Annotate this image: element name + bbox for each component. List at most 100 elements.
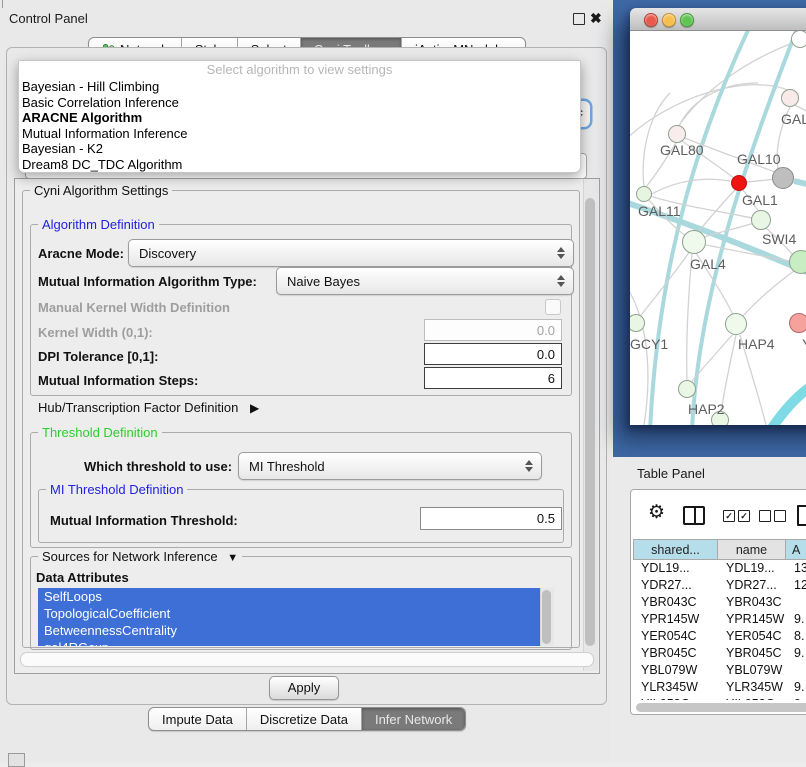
kernel-width-field[interactable] [424, 319, 562, 341]
network-node[interactable] [751, 210, 771, 230]
dpi-tolerance-field[interactable] [424, 343, 562, 365]
cell: YBR045C [718, 645, 786, 662]
table-row[interactable]: YBR045CYBR045C9. [633, 645, 806, 662]
network-node[interactable] [678, 380, 696, 398]
dpi-tolerance-label: DPI Tolerance [0,1]: [38, 349, 158, 364]
aracne-mode-label: Aracne Mode: [38, 246, 124, 261]
aracne-mode-combobox[interactable]: Discovery [128, 239, 574, 267]
algorithm-option[interactable]: Dream8 DC_TDC Algorithm [19, 157, 580, 173]
mi-algorithm-type-combobox[interactable]: Naive Bayes [276, 267, 574, 295]
tab-discretize-data[interactable]: Discretize Data [247, 708, 362, 730]
data-attributes-list: SelfLoops TopologicalCoefficient Between… [38, 588, 553, 646]
dropdown-placeholder: Select algorithm to view settings [19, 61, 580, 79]
cell: YER054C [718, 628, 786, 645]
network-node[interactable] [791, 31, 806, 48]
sources-group-title[interactable]: Sources for Network Inference ▼ [38, 549, 242, 564]
cell: 9 [786, 696, 806, 700]
group-title: MI Threshold Definition [46, 482, 187, 497]
group-title: Cyni Algorithm Settings [30, 183, 172, 198]
tab-label: Impute Data [162, 712, 233, 727]
apply-button[interactable]: Apply [269, 676, 339, 700]
cell: YLR345W [718, 679, 786, 696]
chevron-updown-icon [557, 275, 565, 287]
network-canvas[interactable]: GAL GAL80 GAL10 GAL1 GAL11 SWI4 GAL4 GCY… [630, 31, 806, 425]
table-row[interactable]: YDL19...YDL19...13 [633, 560, 806, 577]
mini-panel-button[interactable] [8, 753, 25, 767]
tab-label: Infer Network [375, 712, 452, 727]
cell: 9. [786, 611, 806, 628]
table-panel: Table Panel ⚙ ✓✓ shared... name A YDL19.… [613, 457, 806, 762]
triangle-right-icon: ▶ [250, 401, 259, 415]
table-row[interactable]: YPR145WYPR145W9. [633, 611, 806, 628]
attribute-item-selected[interactable]: SelfLoops [38, 588, 553, 605]
cell: 12 [786, 577, 806, 594]
vertical-scrollbar-thumb[interactable] [585, 198, 595, 646]
network-node-selected[interactable] [731, 175, 747, 191]
export-table-icon[interactable] [797, 505, 806, 526]
network-node[interactable] [682, 230, 706, 254]
network-node[interactable] [789, 250, 806, 274]
gear-icon[interactable]: ⚙ [648, 503, 665, 522]
cell: 9. [786, 645, 806, 662]
cell: YDR27... [718, 577, 786, 594]
group-title: Threshold Definition [38, 425, 162, 440]
node-label: GAL1 [742, 192, 778, 208]
network-node[interactable] [636, 186, 652, 202]
chevron-updown-icon [525, 460, 533, 472]
table-row[interactable]: YER054CYER054C8. [633, 628, 806, 645]
horizontal-scrollbar[interactable] [20, 652, 594, 667]
tab-impute-data[interactable]: Impute Data [149, 708, 247, 730]
node-label: GAL11 [638, 203, 681, 219]
algorithm-option[interactable]: Bayesian - Hill Climbing [19, 79, 580, 95]
algorithm-option[interactable]: Mutual Information Inference [19, 126, 580, 142]
tab-infer-network[interactable]: Infer Network [362, 708, 465, 730]
cyni-bottom-tabbar: Impute Data Discretize Data Infer Networ… [148, 707, 466, 731]
attribute-item-selected[interactable]: TopologicalCoefficient [38, 605, 553, 622]
split-columns-icon[interactable] [683, 506, 705, 525]
table-row[interactable]: YBR043CYBR043C [633, 594, 806, 611]
table-row[interactable]: YIL052CYIL052C9 [633, 696, 806, 700]
network-node[interactable] [789, 313, 806, 333]
show-columns-icon[interactable]: ✓✓ [723, 510, 750, 522]
table-frame: ⚙ ✓✓ shared... name A YDL19...YDL19...13… [630, 489, 806, 715]
node-label: GAL10 [737, 151, 781, 167]
which-threshold-combobox[interactable]: MI Threshold [238, 452, 542, 480]
data-attributes-label: Data Attributes [36, 570, 129, 585]
column-header-a[interactable]: A [786, 539, 806, 560]
algorithm-option[interactable]: Bayesian - K2 [19, 141, 580, 157]
cell: YLR345W [633, 679, 718, 696]
table-row[interactable]: YBL079WYBL079W [633, 662, 806, 679]
combobox-value: MI Threshold [249, 459, 325, 474]
hide-columns-icon[interactable] [759, 510, 786, 522]
zoom-traffic-light[interactable] [680, 13, 694, 27]
network-node[interactable] [668, 125, 686, 143]
mi-steps-field[interactable] [424, 367, 562, 389]
attribute-item-selected[interactable]: gal4RGexp [38, 639, 553, 646]
algorithm-dropdown-list: Select algorithm to view settings Bayesi… [18, 60, 581, 173]
algorithm-option[interactable]: Basic Correlation Inference [19, 95, 580, 111]
cell: YER054C [633, 628, 718, 645]
table-row[interactable]: YDR27...YDR27...12 [633, 577, 806, 594]
close-traffic-light[interactable] [644, 13, 658, 27]
cell: 13 [786, 560, 806, 577]
network-node[interactable] [781, 89, 799, 107]
table-horizontal-scrollbar-thumb[interactable] [636, 703, 806, 712]
which-threshold-label: Which threshold to use: [84, 459, 232, 474]
mi-threshold-field[interactable] [420, 507, 562, 530]
column-header-shared-name[interactable]: shared... [633, 539, 718, 560]
float-window-icon[interactable] [573, 13, 585, 25]
node-label: GAL80 [660, 142, 704, 158]
close-icon[interactable]: ✖ [590, 11, 602, 25]
attribute-item-selected[interactable]: BetweennessCentrality [38, 622, 553, 639]
triangle-down-icon: ▼ [227, 552, 238, 564]
hub-transcription-factor-section[interactable]: Hub/Transcription Factor Definition ▶ [38, 400, 259, 415]
network-node[interactable] [772, 167, 794, 189]
column-header-name[interactable]: name [718, 539, 786, 560]
algorithm-option-selected[interactable]: ARACNE Algorithm [19, 110, 580, 126]
list-scrollbar-thumb[interactable] [542, 590, 551, 644]
table-row[interactable]: YLR345WYLR345W9. [633, 679, 806, 696]
minimize-traffic-light[interactable] [662, 13, 676, 27]
network-node[interactable] [725, 313, 747, 335]
network-window-titlebar[interactable] [630, 8, 806, 31]
manual-kernel-width-checkbox[interactable] [545, 299, 561, 315]
